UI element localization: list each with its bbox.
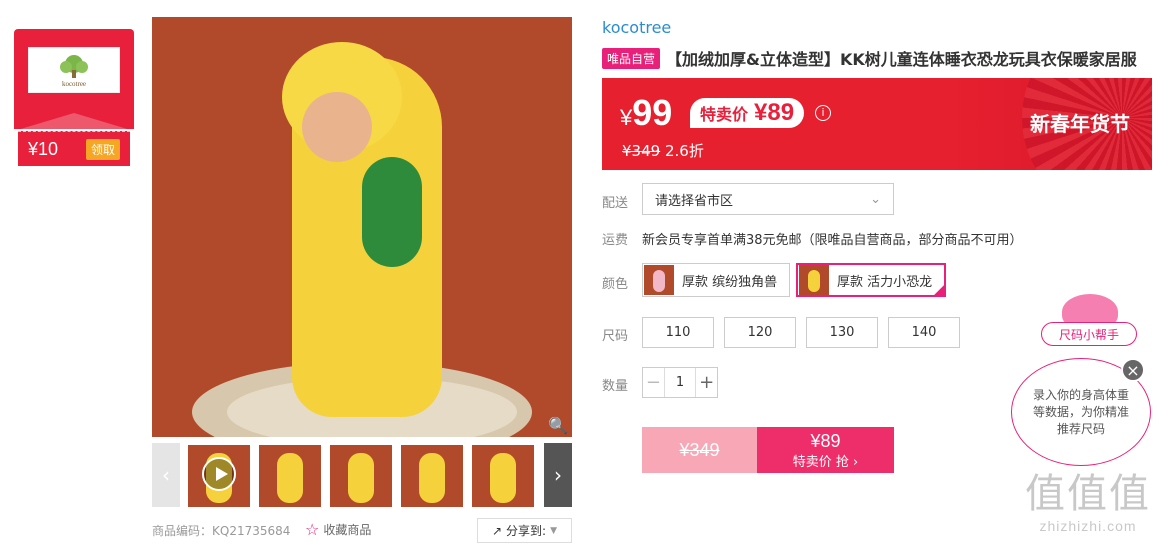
shipping-label: 运费 (602, 233, 629, 248)
watermark: 值值值 zhizhizhi.com (1016, 470, 1160, 534)
price-value: 99 (632, 92, 673, 133)
coupon-footer: ¥10 领取 (18, 131, 130, 166)
region-select[interactable]: 请选择省市区 ⌄ (642, 183, 894, 215)
size-helper-title[interactable]: 尺码小帮手 (1041, 322, 1137, 346)
increase-button[interactable]: + (695, 368, 717, 397)
current-price: ¥99 (620, 92, 672, 134)
color-option-dinosaur[interactable]: 厚款 活力小恐龙 (796, 263, 947, 297)
product-title: 【加绒加厚&立体造型】KK树儿童连体睡衣恐龙玩具衣保暖家居服 (666, 50, 1137, 69)
original-price: ¥349 2.6折 (622, 140, 704, 161)
selected-check-icon (932, 283, 947, 297)
favorite-label: 收藏商品 (323, 523, 372, 537)
product-code-label: 商品编码： (152, 524, 213, 538)
region-placeholder: 请选择省市区 (655, 193, 734, 209)
info-icon[interactable]: i (815, 105, 831, 121)
thumbnail-image[interactable] (259, 445, 321, 507)
chevron-right-icon[interactable]: › (544, 443, 572, 507)
quantity-stepper: − 1 + (642, 367, 718, 398)
play-icon (202, 457, 236, 491)
coupon-header: kocotree (14, 29, 134, 131)
star-icon: ☆ (305, 520, 320, 539)
special-price-label: 特卖价 (700, 105, 749, 124)
tree-icon: kocotree (60, 55, 88, 88)
coupon-card[interactable]: kocotree ¥10 领取 (14, 29, 134, 166)
share-label: 分享到: (506, 524, 547, 538)
thumb-figure (490, 453, 516, 503)
watermark-logo: 值值值 (1025, 471, 1151, 517)
coupon-fold (14, 113, 134, 131)
chevron-down-icon: ⌄ (870, 191, 881, 207)
chevron-left-icon[interactable]: ‹ (152, 443, 180, 507)
color-option-label: 厚款 缤纷独角兽 (682, 274, 778, 290)
share-icon: ↗ (491, 523, 503, 538)
color-label: 颜色 (602, 277, 629, 292)
brand-link[interactable]: kocotree (602, 18, 671, 37)
size-option-120[interactable]: 120 (724, 317, 796, 348)
buy-original-price: ¥349 (642, 427, 757, 473)
dinosaur-toy-shape (362, 157, 422, 267)
shipping-info: 新会员专享首单满38元免邮（限唯品自营商品，部分商品不可用） (642, 233, 1023, 248)
special-price-value: ¥89 (754, 99, 795, 126)
color-swatch (644, 265, 674, 295)
buy-action-label: 特卖价 抢 › (792, 454, 859, 470)
buy-button[interactable]: ¥349 ¥89 特卖价 抢 › (642, 427, 894, 473)
thumbnail-strip: ‹ › (152, 443, 572, 507)
caret-down-icon: ▼ (550, 525, 558, 536)
product-code: 商品编码：KQ21735684 (152, 522, 290, 539)
color-option-unicorn[interactable]: 厚款 缤纷独角兽 (642, 263, 791, 297)
quantity-value[interactable]: 1 (665, 375, 696, 390)
delivery-label: 配送 (602, 196, 629, 211)
coupon-amount: ¥10 (28, 138, 59, 159)
color-swatch (799, 265, 829, 295)
claim-coupon-button[interactable]: 领取 (85, 138, 120, 160)
size-option-140[interactable]: 140 (888, 317, 960, 348)
festival-label: 新春年货节 (1030, 112, 1130, 136)
currency-symbol: ¥ (620, 105, 633, 130)
self-operated-badge: 唯品自营 (602, 48, 661, 69)
thumbnail-image[interactable] (401, 445, 463, 507)
magnifier-icon[interactable]: 🔍 (548, 416, 568, 435)
thumbnail-image[interactable] (472, 445, 534, 507)
quantity-label: 数量 (602, 379, 629, 394)
size-option-130[interactable]: 130 (806, 317, 878, 348)
original-price-value: ¥349 (622, 142, 661, 160)
size-option-110[interactable]: 110 (642, 317, 714, 348)
thumb-figure (277, 453, 303, 503)
main-product-image[interactable]: 🔍 (152, 17, 572, 437)
watermark-url: zhizhizhi.com (1039, 518, 1137, 534)
thumb-figure (348, 453, 374, 503)
price-banner: ¥99 特卖价 ¥89 i ¥349 2.6折 新春年货节 (602, 78, 1152, 170)
favorite-button[interactable]: ☆ 收藏商品 (305, 520, 371, 539)
svg-text:kocotree: kocotree (62, 80, 86, 88)
buy-price: ¥89 (810, 430, 841, 451)
thumb-figure (419, 453, 445, 503)
brand-logo: kocotree (28, 47, 120, 93)
decrease-button[interactable]: − (643, 368, 665, 397)
close-icon[interactable]: × (1121, 358, 1145, 382)
child-face-shape (302, 92, 372, 162)
color-option-label: 厚款 活力小恐龙 (837, 274, 933, 290)
special-price-badge: 特卖价 ¥89 (690, 98, 805, 128)
discount-label: 2.6折 (664, 142, 704, 160)
share-dropdown[interactable]: ↗ 分享到: ▼ (477, 518, 572, 543)
thumbnail-video[interactable] (188, 445, 250, 507)
product-code-value: KQ21735684 (212, 524, 291, 538)
buy-now-area[interactable]: ¥89 特卖价 抢 › (757, 427, 894, 473)
thumbnail-image[interactable] (330, 445, 392, 507)
size-label: 尺码 (602, 329, 629, 344)
